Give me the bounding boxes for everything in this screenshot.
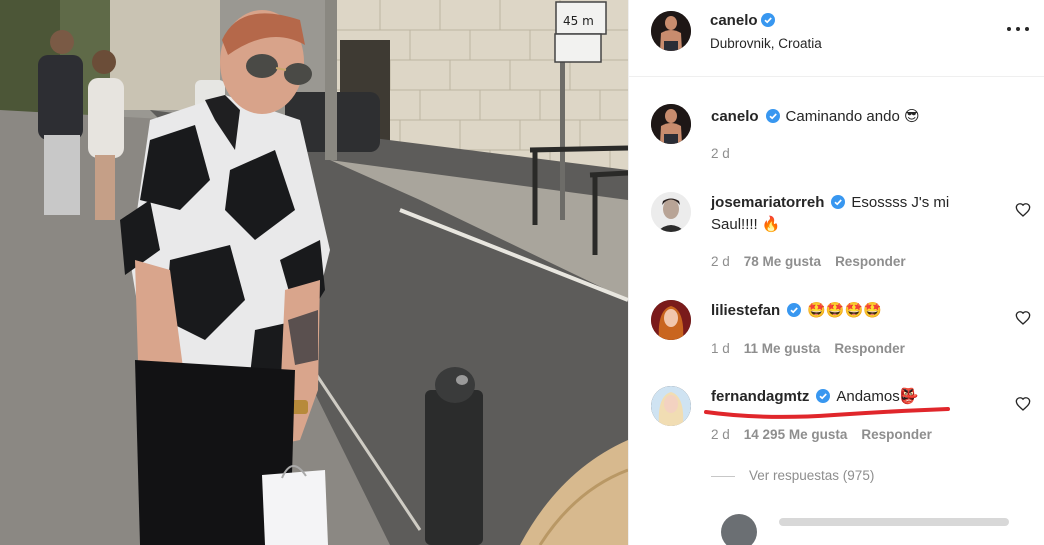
- comment-likes[interactable]: 78 Me gusta: [744, 254, 821, 269]
- view-replies-label: Ver respuestas (975): [749, 468, 875, 483]
- caption-time[interactable]: 2 d: [711, 146, 730, 161]
- reply-button[interactable]: Responder: [861, 427, 932, 442]
- verified-badge-icon: [760, 13, 775, 27]
- author-avatar[interactable]: [651, 11, 691, 51]
- author-username[interactable]: canelo: [710, 12, 758, 29]
- commenter-username[interactable]: josemariatorreh: [711, 194, 824, 211]
- post-header: canelo Dubrovnik, Croatia: [629, 0, 1044, 77]
- post-side-panel: canelo Dubrovnik, Croatia canelo Caminand…: [628, 0, 1044, 545]
- commenter-username[interactable]: liliestefan: [711, 302, 780, 319]
- comment-likes[interactable]: 14 295 Me gusta: [744, 427, 848, 442]
- caption-username[interactable]: canelo: [711, 108, 759, 125]
- commenter-avatar[interactable]: [651, 386, 691, 426]
- verified-badge-icon: [816, 389, 831, 403]
- commenter-avatar[interactable]: [651, 192, 691, 232]
- more-options-icon[interactable]: [1005, 22, 1031, 36]
- view-replies-button[interactable]: Ver respuestas (975): [711, 468, 874, 483]
- comment-text: Andamos👺: [836, 388, 919, 405]
- comment-time[interactable]: 2 d: [711, 254, 730, 269]
- comment-time[interactable]: 2 d: [711, 427, 730, 442]
- comment-likes[interactable]: 11 Me gusta: [744, 341, 821, 356]
- verified-badge-icon: [787, 303, 802, 317]
- comment-item: josemariatorreh Esossss J's mi Saul!!!! 🔥…: [651, 192, 1031, 272]
- post-photo: 45 m: [0, 0, 628, 545]
- caption-avatar[interactable]: [651, 104, 691, 144]
- comment-item: liliestefan 🤩🤩🤩🤩 1 d 11 Me gusta Responder: [651, 300, 1031, 360]
- comment-text: 🤩🤩🤩🤩: [807, 302, 882, 319]
- verified-badge-icon: [831, 195, 846, 209]
- post-location[interactable]: Dubrovnik, Croatia: [710, 36, 822, 51]
- replies-divider: [711, 475, 735, 477]
- commenter-avatar[interactable]: [651, 300, 691, 340]
- heart-icon[interactable]: [1015, 202, 1031, 218]
- sign-text: 45 m: [563, 14, 594, 28]
- reply-button[interactable]: Responder: [835, 254, 906, 269]
- reply-button[interactable]: Responder: [834, 341, 905, 356]
- comment-item: fernandagmtz Andamos👺 2 d 14 295 Me gusta R…: [651, 386, 1031, 446]
- post-caption: canelo Caminando ando 😎 2 d: [651, 104, 1031, 164]
- verified-badge-icon: [765, 109, 780, 123]
- commenter-username[interactable]: fernandagmtz: [711, 388, 809, 405]
- caption-text: Caminando ando 😎: [785, 108, 920, 125]
- commenter-avatar[interactable]: [721, 514, 757, 545]
- comment-text-placeholder: [779, 518, 1009, 526]
- next-comment-peek: [721, 514, 1021, 545]
- heart-icon[interactable]: [1015, 396, 1031, 412]
- heart-icon[interactable]: [1015, 310, 1031, 326]
- comment-time[interactable]: 1 d: [711, 341, 730, 356]
